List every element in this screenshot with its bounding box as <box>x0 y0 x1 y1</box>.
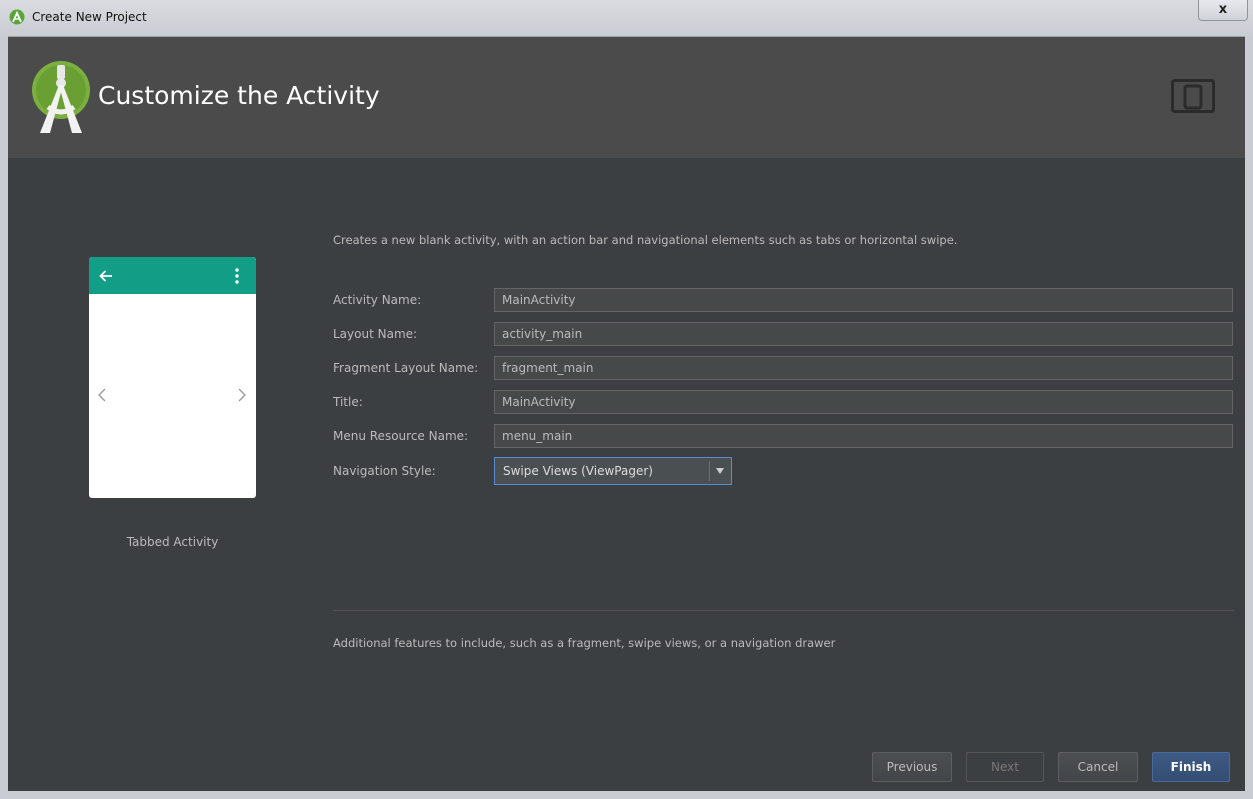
layout-name-label: Layout Name: <box>333 327 418 341</box>
layout-name-field[interactable] <box>494 322 1233 346</box>
device-form-factor-icon <box>1171 79 1215 113</box>
window-frame-right <box>1245 36 1253 799</box>
title-bar: Create New Project x <box>0 0 1253 37</box>
menu-resource-name-field[interactable] <box>494 424 1233 448</box>
android-studio-logo <box>32 61 90 133</box>
page-title: Customize the Activity <box>98 81 380 110</box>
window-frame-left <box>0 36 8 799</box>
header-banner: Customize the Activity <box>8 37 1245 158</box>
select-divider <box>709 461 710 481</box>
menu-resource-name-label: Menu Resource Name: <box>333 429 469 443</box>
title-label: Title: <box>333 395 363 409</box>
title-field[interactable] <box>494 390 1233 414</box>
fragment-layout-name-field[interactable] <box>494 356 1233 380</box>
chevron-left-icon <box>98 388 106 402</box>
overflow-menu-icon <box>235 268 239 284</box>
section-divider <box>333 610 1234 611</box>
field-hint: Additional features to include, such as … <box>333 636 836 650</box>
navigation-style-value: Swipe Views (ViewPager) <box>503 464 653 478</box>
activity-description: Creates a new blank activity, with an ac… <box>333 233 958 247</box>
back-arrow-icon <box>99 270 112 282</box>
create-project-dialog: Create New Project x Customize the Activ… <box>0 0 1253 799</box>
window-frame-bottom <box>0 791 1253 799</box>
preview-app-bar <box>89 257 256 294</box>
activity-preview <box>89 257 256 498</box>
activity-name-label: Activity Name: <box>333 293 422 307</box>
next-button[interactable]: Next <box>966 752 1044 782</box>
dropdown-arrow-icon[interactable] <box>715 467 725 475</box>
window-title: Create New Project <box>32 10 147 24</box>
navigation-style-select[interactable]: Swipe Views (ViewPager) <box>494 457 732 485</box>
preview-label: Tabbed Activity <box>126 535 219 549</box>
chevron-right-icon <box>238 388 246 402</box>
activity-name-field[interactable] <box>494 288 1233 312</box>
android-studio-icon <box>9 9 25 25</box>
cancel-button[interactable]: Cancel <box>1058 752 1138 782</box>
close-button[interactable]: x <box>1198 0 1248 21</box>
finish-button[interactable]: Finish <box>1152 752 1230 782</box>
fragment-layout-name-label: Fragment Layout Name: <box>333 361 479 375</box>
navigation-style-label: Navigation Style: <box>333 464 436 478</box>
previous-button[interactable]: Previous <box>872 752 952 782</box>
